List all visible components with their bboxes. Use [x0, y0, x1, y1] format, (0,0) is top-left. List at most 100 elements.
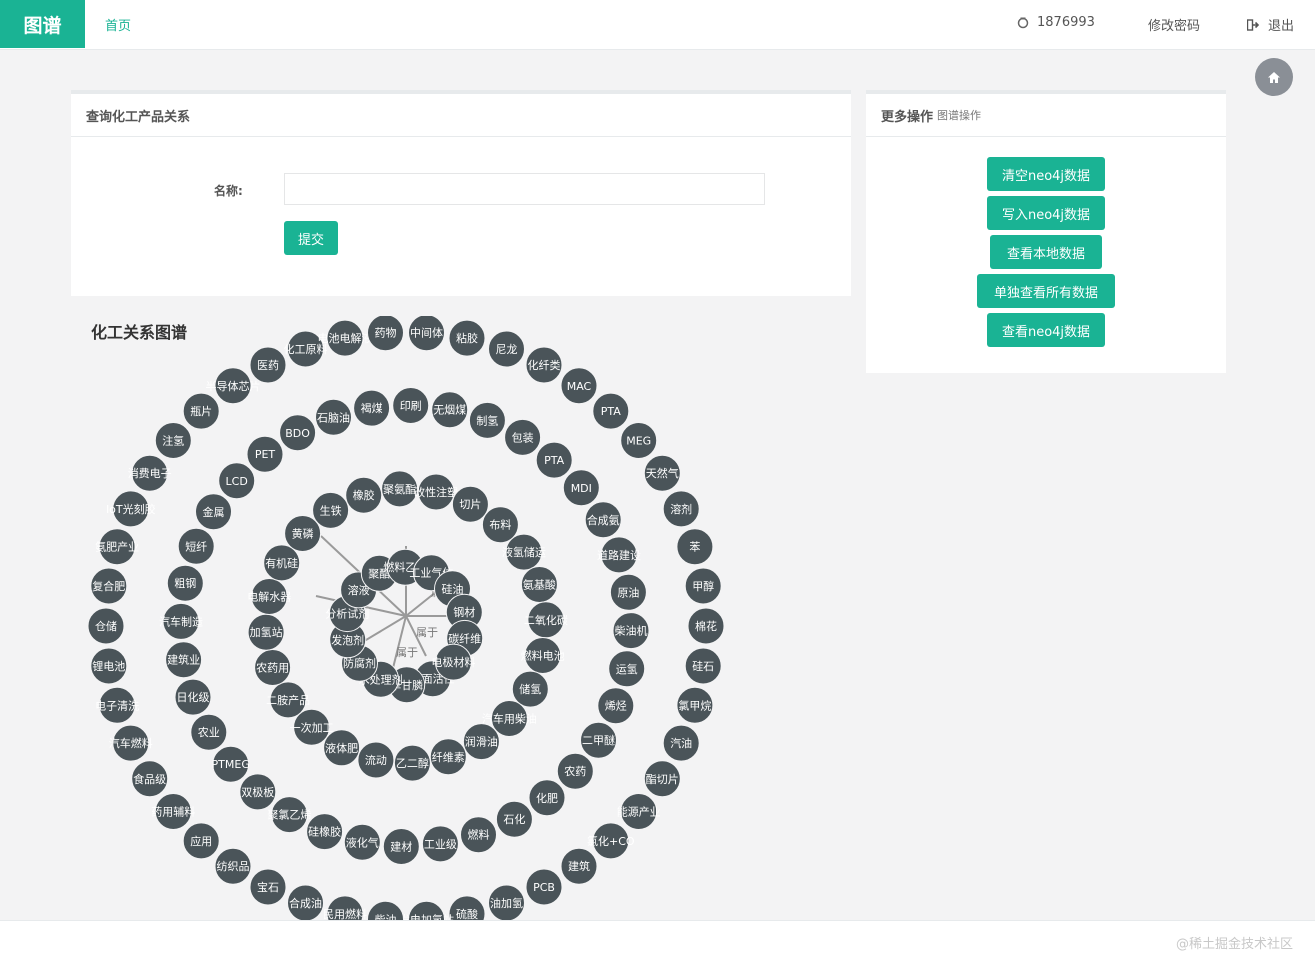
graph-node[interactable]: 润滑油 [462, 723, 500, 761]
graph-node[interactable]: 复合肥 [90, 567, 128, 605]
graph-node[interactable]: 黄磷 [284, 515, 322, 552]
graph-node[interactable]: BDO [279, 414, 317, 452]
graph-node[interactable]: 褐煤 [353, 389, 391, 427]
graph-node[interactable]: 农药用 [254, 649, 292, 686]
graph-node[interactable]: MEG [620, 422, 658, 459]
graph-node[interactable]: 液化气 [343, 823, 381, 861]
graph-node[interactable]: 合成氨 [584, 501, 622, 539]
graph-node[interactable]: 加氢站 [247, 613, 285, 651]
graph-node[interactable]: 氨基酸 [520, 566, 558, 603]
graph-node[interactable]: 生铁 [312, 491, 350, 529]
graph-node[interactable]: 食品级 [131, 760, 169, 798]
graph-node[interactable]: 流动 [357, 741, 395, 779]
graph-node[interactable]: 宝石 [249, 868, 287, 906]
graph-node[interactable]: 短纤 [177, 527, 215, 565]
graph-node[interactable]: 双极板 [239, 773, 277, 811]
graph-node[interactable]: 二甲醚 [580, 721, 617, 759]
graph-node[interactable]: 无烟煤 [431, 391, 469, 429]
graph-node[interactable]: 消费电子 [128, 454, 172, 492]
graph-node[interactable]: 锂电池 [90, 647, 128, 685]
graph-node[interactable]: 汽车燃料 [109, 724, 153, 762]
graph-node[interactable]: 中间体 [408, 316, 445, 352]
graph-node[interactable]: 粘胶 [448, 319, 486, 357]
graph-node[interactable]: IoT光刻胶 [106, 490, 156, 528]
graph-node[interactable]: 汽车制造 [159, 602, 203, 640]
submit-button[interactable]: 提交 [284, 221, 338, 255]
graph-node[interactable]: 仓储 [87, 607, 125, 645]
graph-node[interactable]: 农药 [556, 752, 594, 790]
graph-node[interactable]: 建材 [382, 828, 420, 865]
graph-node[interactable]: 棉花 [687, 607, 725, 645]
graph-node[interactable]: 柴油 [367, 900, 404, 920]
graph-node[interactable]: 改性注塑 [414, 473, 458, 511]
graph-node[interactable]: 金属 [195, 493, 232, 531]
graph-node[interactable]: 电子清洗 [95, 686, 139, 724]
graph-node[interactable]: 尼龙 [488, 330, 525, 368]
name-input[interactable] [284, 173, 765, 205]
graph-node[interactable]: 发电加氢站 [399, 900, 454, 920]
graph-node[interactable]: 注氢 [154, 422, 192, 459]
graph-node[interactable]: PTMEG [212, 745, 250, 783]
graph-node[interactable]: 酯切片 [643, 760, 681, 798]
clear-neo4j-button[interactable]: 清空neo4j数据 [987, 157, 1105, 191]
graph-node[interactable]: 道路建设 [597, 536, 641, 574]
write-neo4j-button[interactable]: 写入neo4j数据 [987, 196, 1105, 230]
graph-node[interactable]: 汽油 [662, 724, 700, 762]
graph-node[interactable]: 能源产业 [617, 793, 661, 830]
graph-node[interactable]: 建筑 [560, 847, 598, 885]
graph-node[interactable]: 药用辅料 [151, 793, 195, 830]
logout-link[interactable]: 退出 [1247, 15, 1294, 34]
graph-node[interactable]: PCB [525, 868, 563, 906]
graph-node[interactable]: 橡胶 [345, 476, 383, 514]
graph-node[interactable]: 乙二醇 [393, 744, 431, 782]
graph-node[interactable]: 制氢 [468, 401, 506, 439]
graph-node[interactable]: 二氧化碳 [524, 601, 568, 639]
graph-node[interactable]: 烯烃 [597, 687, 635, 725]
graph-node[interactable]: 储氢 [511, 670, 549, 708]
graph-node[interactable]: 日化级 [174, 678, 212, 716]
graph-node[interactable]: 燃料电池 [521, 637, 565, 674]
graph-node[interactable]: 纤维素 [429, 738, 467, 776]
graph-node[interactable]: 燃料 [460, 816, 497, 854]
home-fab-button[interactable] [1255, 58, 1293, 96]
graph-node[interactable]: 运氢 [608, 650, 646, 688]
graph-node[interactable]: 纺织品 [214, 847, 252, 885]
graph-node[interactable]: PTA [535, 441, 573, 479]
graph-node[interactable]: LCD [218, 462, 256, 500]
graph-node[interactable]: 柴油机 [612, 612, 650, 650]
graph-node[interactable]: 氨肥产业 [95, 528, 139, 566]
graph-node[interactable]: 石化 [495, 800, 533, 838]
user-info[interactable]: 1876993 [1017, 15, 1095, 30]
graph-node[interactable]: 切片 [451, 485, 489, 523]
graph-node[interactable]: 应用 [182, 822, 220, 860]
graph-node[interactable]: PET [246, 435, 284, 473]
graph-node[interactable]: 医药 [249, 346, 287, 384]
change-password-link[interactable]: 修改密码 [1148, 15, 1200, 34]
graph-node[interactable]: 建筑业 [165, 641, 203, 679]
nav-home-link[interactable]: 首页 [105, 15, 131, 34]
view-all-data-button[interactable]: 单独查看所有数据 [977, 274, 1115, 308]
graph-node[interactable]: 农业 [190, 713, 228, 751]
graph-node[interactable]: 包装 [504, 418, 542, 456]
view-local-data-button[interactable]: 查看本地数据 [990, 235, 1102, 269]
graph-node[interactable]: 瓶片 [182, 392, 220, 430]
graph-node[interactable]: 粗钢 [166, 564, 204, 602]
graph-node[interactable]: 印刷 [392, 387, 430, 424]
graph-node[interactable]: 聚氯乙烯 [267, 796, 311, 834]
graph-node[interactable]: 化纤类 [525, 346, 563, 384]
graph-node[interactable]: MDI [562, 469, 600, 507]
graph-node[interactable]: MAC [560, 367, 598, 405]
graph-node[interactable]: 合成油 [287, 884, 324, 920]
graph-node[interactable]: 氯化+CO [587, 822, 635, 860]
graph-node[interactable]: 氯甲烷 [676, 686, 714, 724]
graph-node[interactable]: 有机硅 [263, 544, 301, 582]
graph-node[interactable]: 天然气 [643, 454, 681, 492]
graph-node[interactable]: 液体肥 [323, 729, 361, 767]
view-neo4j-button[interactable]: 查看neo4j数据 [987, 313, 1105, 347]
brand-logo[interactable]: 图谱 [0, 0, 85, 48]
graph-node[interactable]: 甲醇 [684, 567, 722, 605]
graph-node[interactable]: PTA [592, 392, 630, 430]
graph-node[interactable]: 药物 [367, 316, 404, 352]
graph-node[interactable]: 苯 [676, 528, 714, 566]
graph-node[interactable]: 硅石 [684, 647, 722, 685]
